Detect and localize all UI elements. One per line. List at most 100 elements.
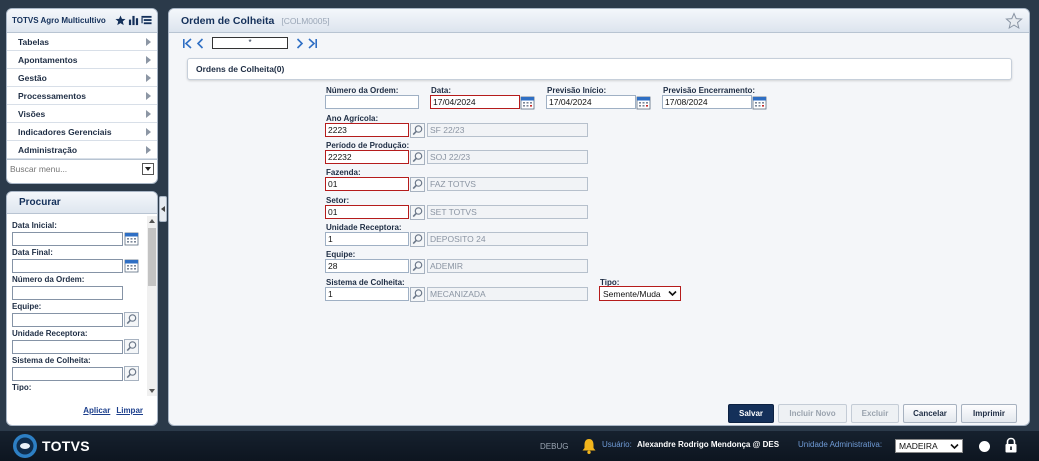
menu-search-input[interactable] xyxy=(7,161,142,176)
menu-search xyxy=(7,159,157,177)
lookup-search-icon[interactable] xyxy=(410,205,425,220)
status-dot-icon[interactable] xyxy=(979,441,990,452)
user-name: Alexandre Rodrigo Mendonça @ DES xyxy=(637,440,780,449)
favorites-star-icon[interactable] xyxy=(115,15,126,26)
ano-agricola-code-input[interactable]: 2223 xyxy=(325,123,409,137)
totvs-logo-icon xyxy=(13,434,37,458)
label-previsao-encerramento: Previsão Encerramento: xyxy=(663,86,756,95)
scroll-up-icon[interactable] xyxy=(149,219,155,223)
menu-item-apontamentos[interactable]: Apontamentos xyxy=(7,51,157,69)
previous-record-icon[interactable] xyxy=(194,37,207,50)
app-title: TOTVS Agro Multicultivo xyxy=(12,16,106,25)
lookup-search-icon[interactable] xyxy=(410,123,425,138)
user-label: Usuário: xyxy=(602,440,632,449)
search-fields: Data Inicial: Data Final: Número da Orde… xyxy=(12,219,146,391)
delete-button[interactable]: Excluir xyxy=(851,404,899,423)
chevron-down-icon xyxy=(145,166,151,171)
last-record-icon[interactable] xyxy=(306,37,319,50)
unidade-receptora-description: DEPOSITO 24 xyxy=(427,232,588,246)
apply-filter-link[interactable]: Aplicar xyxy=(83,406,110,415)
menu-item-processamentos[interactable]: Processamentos xyxy=(7,87,157,105)
scrollbar-thumb[interactable] xyxy=(148,228,156,286)
tree-list-icon[interactable] xyxy=(141,15,152,26)
sistema-colheita-code-input[interactable]: 1 xyxy=(325,287,409,301)
debug-label: DEBUG xyxy=(540,442,569,451)
previsao-inicio-input[interactable]: 17/04/2024 xyxy=(546,95,636,109)
chevron-down-icon xyxy=(950,443,959,449)
unidade-receptora-code-input[interactable]: 1 xyxy=(325,232,409,246)
main-panel: Ordem de Colheita [COLM0005] * Ordens de… xyxy=(168,8,1030,426)
cancel-button[interactable]: Cancelar xyxy=(903,404,957,423)
menu-item-gestao[interactable]: Gestão xyxy=(7,69,157,87)
record-position-field[interactable]: * xyxy=(212,37,288,49)
clear-filter-link[interactable]: Limpar xyxy=(116,406,143,415)
fazenda-description: FAZ TOTVS xyxy=(427,177,588,191)
menu-item-indicadores-gerenciais[interactable]: Indicadores Gerenciais xyxy=(7,123,157,141)
lookup-search-icon[interactable] xyxy=(410,177,425,192)
calendar-icon[interactable] xyxy=(124,231,139,246)
label-setor: Setor: xyxy=(326,196,350,205)
lock-icon[interactable] xyxy=(1004,437,1018,454)
search-panel-scrollbar[interactable] xyxy=(147,216,157,396)
filter-numero-ordem-input[interactable] xyxy=(12,285,123,300)
label-previsao-inicio: Previsão Início: xyxy=(547,86,607,95)
menu-item-administracao[interactable]: Administração xyxy=(7,141,157,159)
notification-bell-icon[interactable] xyxy=(580,437,598,455)
menu-item-visoes[interactable]: Visões xyxy=(7,105,157,123)
totvs-logo: TOTVS xyxy=(12,433,90,459)
chevron-right-icon xyxy=(146,91,151,100)
tipo-select[interactable]: Semente/Muda xyxy=(599,286,681,301)
bar-chart-icon[interactable] xyxy=(128,15,139,26)
favorite-star-icon[interactable] xyxy=(1005,12,1023,30)
collapse-left-panel-handle[interactable] xyxy=(159,196,167,222)
lookup-search-icon[interactable] xyxy=(124,366,139,381)
setor-code-input[interactable]: 01 xyxy=(325,205,409,219)
filter-label-numero-ordem: Número da Ordem: xyxy=(12,275,85,284)
scroll-down-icon[interactable] xyxy=(149,389,155,393)
lookup-search-icon[interactable] xyxy=(124,339,139,354)
calendar-icon[interactable] xyxy=(636,95,651,110)
menu-item-tabelas[interactable]: Tabelas xyxy=(7,33,157,51)
label-equipe: Equipe: xyxy=(326,250,356,259)
footer-bar: TOTVS DEBUG Usuário: Alexandre Rodrigo M… xyxy=(0,431,1039,461)
label-data: Data: xyxy=(431,86,452,95)
records-card-title[interactable]: Ordens de Colheita(0) xyxy=(187,58,1012,80)
calendar-icon[interactable] xyxy=(752,95,767,110)
filter-unidade-receptora-input[interactable] xyxy=(12,339,123,354)
first-record-icon[interactable] xyxy=(181,37,194,50)
filter-label-sistema-colheita: Sistema de Colheita: xyxy=(12,356,91,365)
filter-sistema-colheita-input[interactable] xyxy=(12,366,123,381)
chevron-right-icon xyxy=(146,73,151,82)
lookup-search-icon[interactable] xyxy=(410,259,425,274)
search-panel: Procurar Data Inicial: Data Final: Númer… xyxy=(6,191,158,426)
filter-data-inicial-input[interactable] xyxy=(12,231,123,246)
filter-equipe-input[interactable] xyxy=(12,312,123,327)
next-record-icon[interactable] xyxy=(293,37,306,50)
data-input[interactable]: 17/04/2024 xyxy=(430,95,520,109)
lookup-search-icon[interactable] xyxy=(410,150,425,165)
administrative-unit-select[interactable]: MADEIRA xyxy=(895,439,963,453)
previsao-encerramento-input[interactable]: 17/08/2024 xyxy=(662,95,752,109)
filter-label-equipe: Equipe: xyxy=(12,302,42,311)
menu-search-dropdown-button[interactable] xyxy=(142,162,154,175)
numero-ordem-input[interactable] xyxy=(325,95,419,109)
periodo-producao-description: SOJ 22/23 xyxy=(427,150,588,164)
label-numero-ordem: Número da Ordem: xyxy=(326,86,399,95)
lookup-search-icon[interactable] xyxy=(410,232,425,247)
print-button[interactable]: Imprimir xyxy=(961,404,1017,423)
filter-data-final-input[interactable] xyxy=(12,258,123,273)
lookup-search-icon[interactable] xyxy=(410,287,425,302)
lookup-search-icon[interactable] xyxy=(124,312,139,327)
page-code: [COLM0005] xyxy=(281,15,330,26)
calendar-icon[interactable] xyxy=(124,258,139,273)
app-menu-header: TOTVS Agro Multicultivo xyxy=(7,9,157,33)
calendar-icon[interactable] xyxy=(520,95,535,110)
filter-label-unidade-receptora: Unidade Receptora: xyxy=(12,329,88,338)
periodo-producao-code-input[interactable]: 22232 xyxy=(325,150,409,164)
equipe-code-input[interactable]: 28 xyxy=(325,259,409,273)
label-ano-agricola: Ano Agrícola: xyxy=(326,114,379,123)
label-periodo-producao: Período de Produção: xyxy=(326,141,410,150)
add-new-button[interactable]: Incluir Novo xyxy=(778,404,847,423)
fazenda-code-input[interactable]: 01 xyxy=(325,177,409,191)
save-button[interactable]: Salvar xyxy=(728,404,774,423)
